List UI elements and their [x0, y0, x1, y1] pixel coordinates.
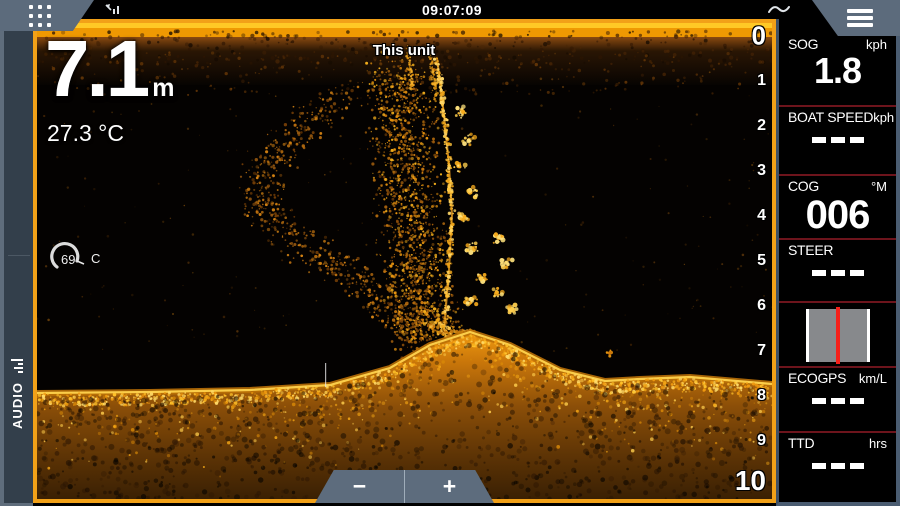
depth-tick-0: 0 — [752, 21, 766, 52]
instrument-value-dashes — [788, 398, 887, 404]
sidebar-divider — [8, 255, 30, 256]
depth-value: 7.1 — [45, 24, 147, 113]
menu-icon[interactable] — [847, 9, 873, 30]
rudder-gauge — [806, 309, 870, 362]
instrument-label: COG — [788, 178, 819, 194]
instrument-label: ECOGPS — [788, 370, 846, 386]
audio-label: AUDIO — [10, 382, 25, 429]
temp-gauge-badge: 69 C — [47, 241, 139, 275]
depth-unit: m — [152, 74, 174, 102]
instrument-value: 1.8 — [788, 52, 887, 90]
instrument-unit: kph — [873, 110, 894, 125]
instrument-label: BOAT SPEED — [788, 109, 873, 125]
depth-readout: 7.1m — [45, 29, 174, 109]
transducer-signal-icon — [104, 2, 122, 16]
depth-tick-8: 8 — [757, 387, 766, 405]
depth-scale: 0 1 2 3 4 5 6 7 8 9 10 — [728, 23, 768, 499]
depth-tick-9: 9 — [757, 432, 766, 450]
instrument-rows: SOGkph1.8BOAT SPEEDkphCOG°M006STEERECOGP… — [779, 34, 896, 499]
depth-tick-5: 5 — [757, 252, 766, 270]
depth-tick-4: 4 — [757, 207, 766, 225]
audio-sidebar[interactable]: AUDIO — [0, 19, 33, 506]
clock: 09:07:09 — [422, 2, 482, 18]
depth-tick-3: 3 — [757, 162, 766, 180]
depth-tick-10: 10 — [735, 465, 766, 497]
instrument-value-dashes — [788, 137, 887, 143]
source-label: This unit — [373, 42, 436, 59]
sonar-panel[interactable]: 7.1m 27.3 °C 69 C This unit 0 1 2 3 4 5 6 7 8 9 10… — [33, 19, 776, 503]
audio-control[interactable]: AUDIO — [7, 350, 27, 438]
zoom-control[interactable]: − + — [315, 470, 494, 503]
depth-tick-2: 2 — [757, 117, 766, 135]
apps-grid-icon[interactable] — [29, 5, 51, 27]
depth-tick-7: 7 — [757, 342, 766, 360]
top-bar: 09:07:09 — [0, 0, 900, 19]
instrument-row-ttd[interactable]: TTD hrs — [779, 433, 896, 499]
instrument-label: TTD — [788, 435, 814, 451]
water-temp-readout: 27.3 °C — [47, 120, 124, 147]
gauge-badge-value: 69 — [61, 252, 75, 267]
instrument-row-boat-speed[interactable]: BOAT SPEEDkph — [779, 107, 896, 176]
instrument-unit: kph — [866, 37, 887, 52]
depth-tick-1: 1 — [757, 72, 766, 90]
depth-tick-6: 6 — [757, 297, 766, 315]
instrument-value: 006 — [788, 194, 887, 236]
audio-levels-icon — [11, 359, 23, 373]
wave-icon — [767, 2, 791, 16]
instrument-label: STEER — [788, 242, 833, 258]
gauge-badge-unit: C — [91, 251, 100, 266]
instrument-unit: °M — [871, 179, 887, 194]
instrument-value-dashes — [788, 463, 887, 469]
instrument-row-steer[interactable]: STEER — [779, 240, 896, 303]
instrument-row-sog[interactable]: SOGkph1.8 — [779, 34, 896, 107]
instrument-unit: hrs — [869, 436, 887, 451]
instrument-row-ecogps[interactable]: ECOGPS km/L — [779, 368, 896, 433]
instrument-unit: km/L — [859, 371, 887, 386]
instrument-panel: SOGkph1.8BOAT SPEEDkphCOG°M006STEERECOGP… — [776, 0, 900, 506]
instrument-row-cog[interactable]: COG °M006 — [779, 176, 896, 240]
instrument-row-steer-gauge[interactable] — [779, 303, 896, 368]
instrument-value-dashes — [788, 270, 887, 276]
